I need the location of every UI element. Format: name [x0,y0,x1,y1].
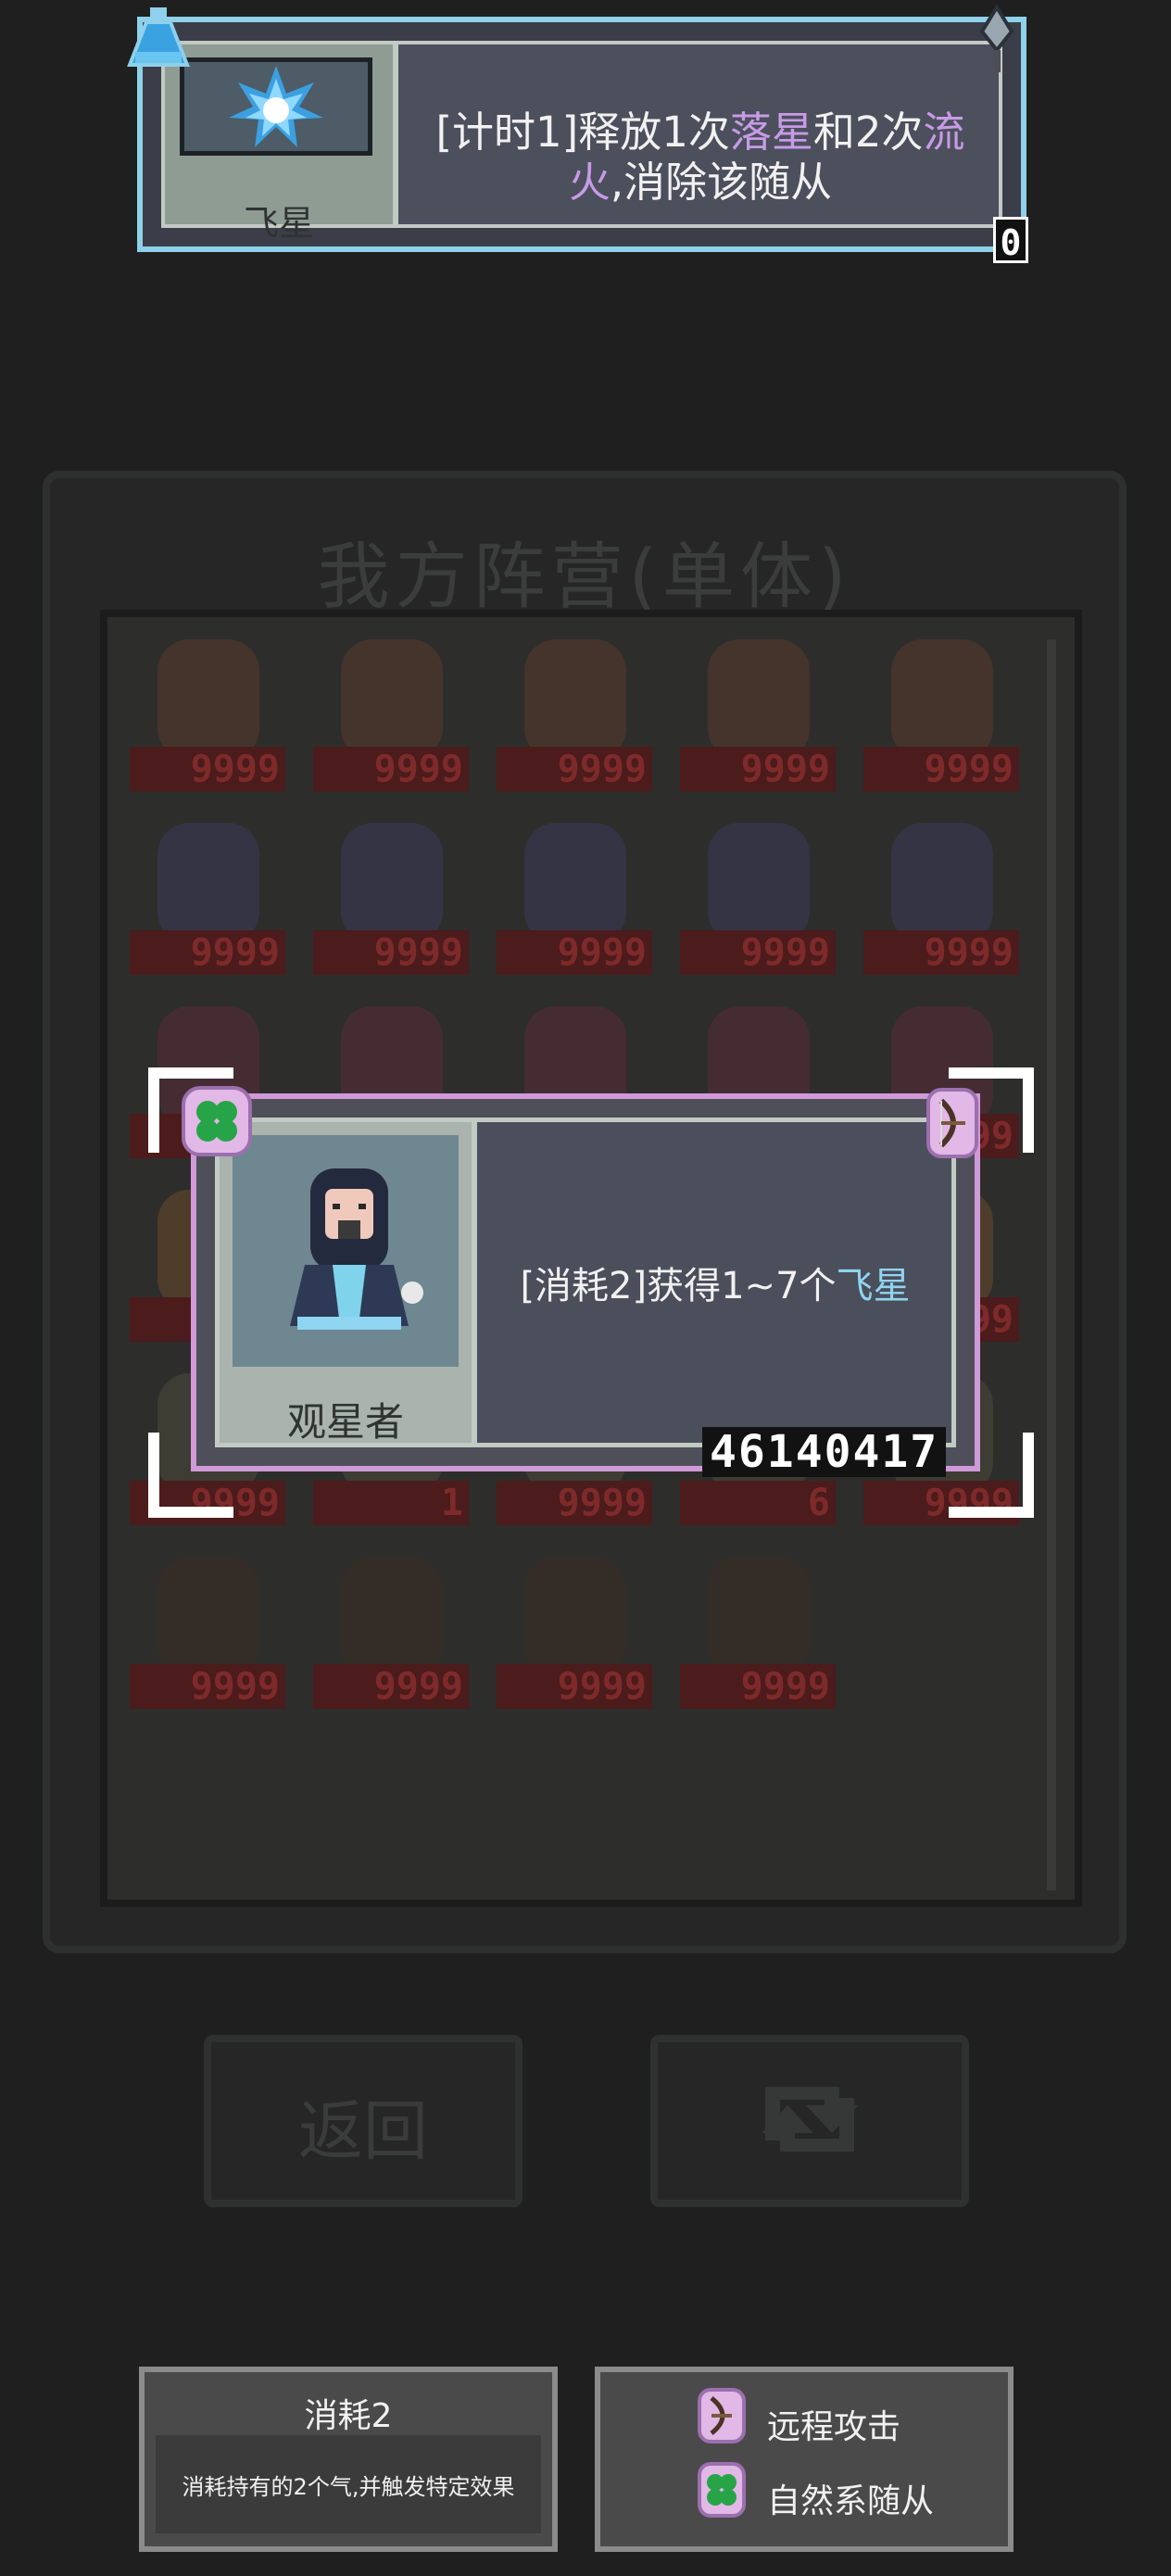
top-card-inner: 飞星 [计时1]释放1次落星和2次流火,消除该随从 [161,41,1002,244]
unit-hp: 6 [680,1481,836,1525]
unit-hp: 9999 [497,1664,652,1709]
clover-icon [697,2461,747,2519]
unit-sprite [341,1557,443,1677]
top-minion-card[interactable]: 飞星 [计时1]释放1次落星和2次流火,消除该随从 [137,17,1026,252]
unit-hp: 9999 [680,1664,836,1709]
unit-slot[interactable]: 9999 [854,814,1021,990]
trait-label-ranged: 远程攻击 [767,2408,901,2446]
unit-slot[interactable]: 9999 [120,1547,287,1724]
unit-hp: 9999 [497,930,652,975]
desc-keyword-falling-star: 落星 [729,107,813,157]
unit-slot[interactable]: 9999 [304,814,471,990]
top-card-counter: 0 [993,217,1028,263]
center-card-description: [消耗2]获得1~7个飞星 [497,1256,933,1309]
unit-slot[interactable]: 9999 [487,814,654,990]
top-card-icon-frame [180,57,372,156]
unit-slot[interactable]: 9999 [854,630,1021,806]
unit-sprite [891,823,993,943]
unit-sprite [524,639,626,760]
formation-title: 我方阵营(单体) [317,536,852,619]
bow-icon [925,1086,980,1160]
unit-sprite [157,639,259,760]
unit-slot[interactable]: 9999 [671,814,837,990]
top-card-name: 飞星 [243,203,314,244]
unit-hp: 9999 [863,747,1019,791]
refresh-icon [743,2068,876,2170]
potion-icon [126,4,191,76]
unit-hp: 9999 [130,930,285,975]
unit-sprite [524,823,626,943]
unit-slot[interactable]: 9999 [487,630,654,806]
unit-hp: 9999 [680,747,836,791]
center-card-portrait: 观星者 [220,1122,477,1445]
desc-text: ,消除该随从 [610,158,833,207]
unit-slot[interactable]: 9999 [671,1547,837,1724]
unit-sprite [524,1557,626,1677]
star-burst-icon [229,66,323,147]
center-card-inner: 观星者 [消耗2]获得1~7个飞星 [215,1118,956,1447]
unit-sprite [891,639,993,760]
desc-text: 和2次 [812,107,924,157]
unit-hp: 9999 [130,747,285,791]
unit-slot[interactable]: 9999 [120,814,287,990]
unit-hp: 9999 [863,930,1019,975]
clover-icon [182,1086,252,1156]
unit-hp: 9999 [313,747,469,791]
unit-slot[interactable]: 9999 [120,630,287,806]
sword-icon [969,4,1025,78]
unit-slot[interactable]: 9999 [671,630,837,806]
consume-title: 消耗2 [304,2397,393,2435]
traits-info-box: 远程攻击 自然系随从 [595,2367,1014,2552]
unit-hp: 9999 [680,930,836,975]
top-card-description: [计时1]释放1次落星和2次流火,消除该随从 [421,107,980,208]
top-card-portrait: 飞星 [165,44,398,244]
unit-hp: 9999 [497,1481,652,1525]
stargazer-sprite-icon [290,1168,423,1330]
unit-slot[interactable]: 9999 [487,1547,654,1724]
unit-sprite [157,1557,259,1677]
center-card-name: 观星者 [286,1399,404,1445]
unit-hp: 1 [313,1481,469,1525]
unit-sprite [341,639,443,760]
unit-hp: 9999 [313,1664,469,1709]
stargazer-portrait [233,1135,459,1367]
unit-sprite [157,823,259,943]
bow-icon [697,2387,747,2444]
selected-minion-card[interactable]: 观星者 [消耗2]获得1~7个飞星 [191,1093,980,1471]
center-card-number: 46140417 [702,1427,947,1477]
unit-slot[interactable]: 9999 [304,1547,471,1724]
grid-scrollbar[interactable] [1047,639,1056,1890]
trait-label-nature: 自然系随从 [767,2482,935,2520]
desc-text: [消耗2]获得1~7个 [520,1265,837,1307]
unit-sprite [708,823,810,943]
unit-slot[interactable]: 9999 [304,630,471,806]
back-button-label: 返回 [298,2093,428,2169]
desc-text: [计时1]释放1次 [435,107,730,157]
unit-hp: 9999 [497,747,652,791]
unit-sprite [708,1557,810,1677]
consume-description: 消耗持有的2个气,并触发特定效果 [182,2474,515,2500]
unit-sprite [708,639,810,760]
unit-sprite [341,823,443,943]
desc-keyword-flying-star: 飞星 [836,1265,911,1307]
unit-hp: 9999 [313,930,469,975]
unit-hp: 9999 [130,1664,285,1709]
